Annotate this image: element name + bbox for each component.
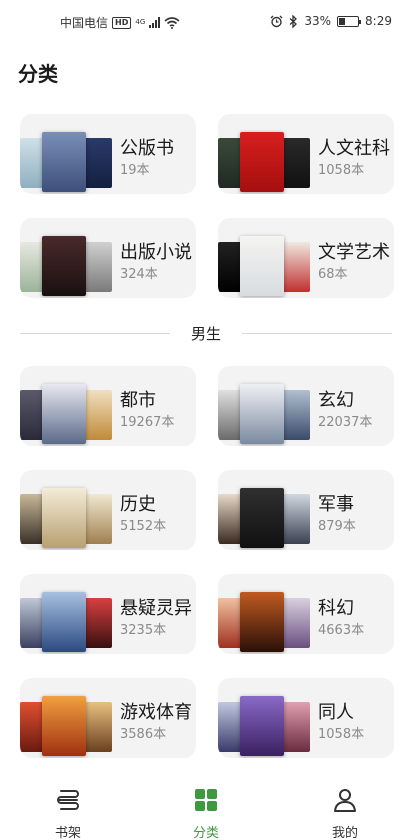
cover-stack (218, 588, 310, 652)
cover-stack (218, 484, 310, 548)
category-name: 出版小说 (120, 242, 192, 263)
category-count: 3235本 (120, 623, 167, 638)
category-card-fan-fiction[interactable]: 同人 1058本 (218, 678, 394, 758)
cover-stack (20, 380, 112, 444)
category-card-military[interactable]: 军事 879本 (218, 470, 394, 550)
book-cover (42, 132, 86, 192)
network-type: 4G (135, 18, 146, 26)
cover-stack (218, 128, 310, 192)
book-cover (42, 384, 86, 444)
category-name: 玄幻 (318, 390, 354, 411)
category-name: 同人 (318, 702, 354, 723)
category-count: 19本 (120, 163, 150, 178)
book-cover (240, 488, 284, 548)
bottom-tab-bar: 书架 分类 我的 (0, 778, 412, 840)
category-card-games-sports[interactable]: 游戏体育 3586本 (20, 678, 196, 758)
alarm-icon (270, 15, 283, 27)
cover-stack (218, 380, 310, 444)
book-cover (42, 488, 86, 548)
clock-time: 8:29 (365, 14, 392, 28)
cover-stack (20, 128, 112, 192)
category-card-public-domain[interactable]: 公版书 19本 (20, 114, 196, 194)
category-name: 公版书 (120, 138, 174, 159)
category-count: 3586本 (120, 727, 167, 742)
hd-badge: HD (112, 16, 132, 29)
battery-icon (337, 15, 362, 27)
category-count: 4663本 (318, 623, 365, 638)
cover-stack (20, 484, 112, 548)
tab-label: 书架 (54, 826, 81, 840)
category-count: 1058本 (318, 727, 365, 742)
category-card-history[interactable]: 历史 5152本 (20, 470, 196, 550)
bookshelf-icon (57, 790, 79, 810)
cover-stack (218, 692, 310, 756)
cover-stack (20, 588, 112, 652)
category-card-mystery[interactable]: 悬疑灵异 3235本 (20, 574, 196, 654)
bluetooth-icon (289, 14, 298, 28)
category-name: 人文社科 (318, 138, 390, 159)
tab-profile[interactable]: 我的 (305, 786, 385, 840)
status-bar: 中国电信 HD 4G 33% 8:29 (0, 0, 412, 40)
category-name: 军事 (318, 494, 354, 515)
tab-label: 我的 (331, 826, 358, 840)
book-cover (240, 592, 284, 652)
tab-category[interactable]: 分类 (166, 786, 246, 840)
cover-stack (20, 692, 112, 756)
category-name: 历史 (120, 494, 156, 515)
status-right: 33% 8:29 (270, 14, 392, 28)
cover-stack (218, 232, 310, 296)
category-card-humanities[interactable]: 人文社科 1058本 (218, 114, 394, 194)
category-name: 都市 (120, 390, 156, 411)
cover-stack (20, 232, 112, 296)
category-count: 1058本 (318, 163, 365, 178)
tab-bookshelf[interactable]: 书架 (28, 786, 108, 840)
category-name: 游戏体育 (120, 702, 192, 723)
category-count: 5152本 (120, 519, 167, 534)
category-count: 19267本 (120, 415, 175, 430)
divider-line (242, 333, 392, 334)
book-cover (240, 384, 284, 444)
status-left: 中国电信 HD 4G (60, 14, 180, 31)
carrier-name: 中国电信 (60, 16, 109, 30)
category-card-fantasy[interactable]: 玄幻 22037本 (218, 366, 394, 446)
book-cover (240, 132, 284, 192)
section-divider-male: 男生 (20, 322, 392, 344)
profile-icon (334, 789, 356, 812)
category-count: 22037本 (318, 415, 373, 430)
battery-percent: 33% (304, 14, 332, 28)
category-count: 324本 (120, 267, 158, 282)
signal-icon (149, 17, 161, 28)
book-cover (42, 696, 86, 756)
category-name: 文学艺术 (318, 242, 390, 263)
category-count: 879本 (318, 519, 356, 534)
category-card-urban[interactable]: 都市 19267本 (20, 366, 196, 446)
category-card-scifi[interactable]: 科幻 4663本 (218, 574, 394, 654)
book-cover (42, 592, 86, 652)
book-cover (240, 236, 284, 296)
wifi-icon (164, 16, 180, 29)
page-title: 分类 (18, 62, 58, 86)
category-grid-icon (195, 789, 217, 811)
book-cover (240, 696, 284, 756)
tab-label: 分类 (192, 826, 219, 840)
category-name: 悬疑灵异 (120, 598, 192, 619)
category-card-literature-art[interactable]: 文学艺术 68本 (218, 218, 394, 298)
category-count: 68本 (318, 267, 348, 282)
category-name: 科幻 (318, 598, 354, 619)
category-card-published-novel[interactable]: 出版小说 324本 (20, 218, 196, 298)
book-cover (42, 236, 86, 296)
